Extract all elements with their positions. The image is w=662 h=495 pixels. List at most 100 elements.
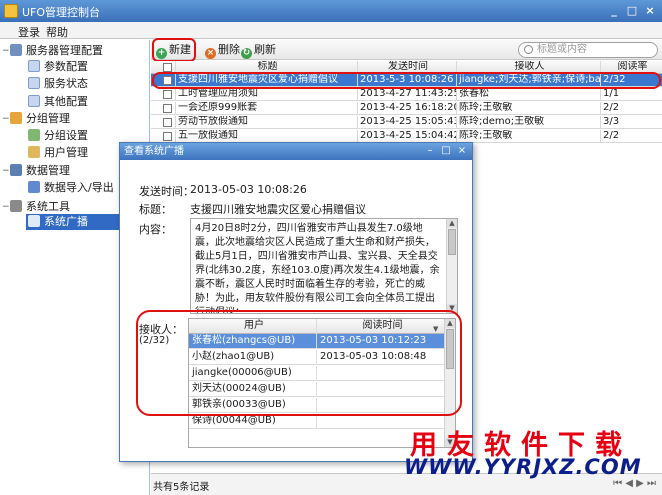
group-settings-icon [28,129,40,141]
search-input[interactable]: 标题或内容 [518,42,658,58]
minimize-button[interactable]: _ [606,3,622,19]
scroll-thumb[interactable] [446,329,454,369]
header-checkbox[interactable] [163,63,172,72]
sidebar-item-user-management[interactable]: 用户管理 [28,145,88,161]
maximize-button[interactable]: □ [624,3,640,19]
dialog-minimize-button[interactable]: – [424,145,436,157]
header-read-rate[interactable]: 阅读率 [601,61,662,74]
sidebar-item-import-export[interactable]: 数据导入/导出 [28,180,114,196]
tools-icon [10,200,22,212]
menu-bar: 登录 帮助 [0,22,662,39]
menu-login[interactable]: 登录 [18,24,40,40]
cell-time: 2013-05-03 10:08:48 [320,351,427,362]
header-user[interactable]: 用户 [189,319,317,334]
cell-user: 小赵(zhao1@UB) [189,350,317,365]
row-checkbox-cell [151,74,176,87]
delete-button[interactable]: × 删除 [205,42,240,59]
header-send-time[interactable]: 发送时间 [358,61,457,74]
sidebar-item-service-status[interactable]: 服务状态 [28,76,88,92]
cell-user: 郭铁亲(00033@UB) [189,398,317,413]
cell-title: 支援四川雅安地震灾区爱心捐赠倡议 [176,74,358,87]
send-time-value: 2013-05-03 10:08:26 [190,183,307,196]
scroll-up-icon[interactable]: ▲ [447,219,457,228]
table-row[interactable]: 劳动节放假通知 2013-4-25 15:05:43 陈玲;demo;王敬敏 3/3 [151,116,662,129]
content-scrollbar[interactable]: ▲ ▼ [446,219,457,313]
cell-user: jiangke(00006@UB) [189,366,317,381]
header-title[interactable]: 标题 [176,61,358,74]
sidebar-item-params[interactable]: 参数配置 [28,59,88,75]
title-label: 标题： [139,203,172,216]
table-row[interactable]: 一会还原999账套 2013-4-25 16:18:20 陈玲;王敬敏 2/2 [151,102,662,115]
row-checkbox[interactable] [163,118,172,127]
content-text: 4月20日8时2分，四川省雅安市芦山县发生7.0级地震，此次地震给灾区人民造成了… [195,223,440,314]
sidebar-item-other-config[interactable]: 其他配置 [28,94,88,110]
list-item[interactable]: 郭铁亲(00033@UB) [189,398,445,413]
record-count: 共有5条记录 [153,482,210,493]
send-time-label: 发送时间： [139,185,194,198]
content-label: 内容： [139,223,172,236]
cell-user: 保诗(00044@UB) [189,414,317,429]
header-checkbox-cell [151,61,176,74]
server-icon [10,44,22,56]
collapse-icon[interactable]: − [2,166,10,176]
cell-user: 刘天达(00024@UB) [189,382,317,397]
scroll-up-icon[interactable]: ▲ [445,319,455,328]
dialog-restore-button[interactable]: □ [440,145,452,157]
menu-help[interactable]: 帮助 [46,24,68,40]
row-checkbox[interactable] [163,132,172,141]
list-item[interactable]: 刘天达(00024@UB) [189,382,445,397]
dialog-title-bar: 查看系统广播 – □ × [120,143,472,160]
list-item[interactable]: 小赵(zhao1@UB) 2013-05-03 10:08:48 [189,350,445,365]
row-checkbox[interactable] [163,76,172,85]
cell-user: 张春松(zhangcs@UB) [189,334,317,349]
scroll-down-icon[interactable]: ▼ [447,304,457,313]
scroll-thumb[interactable] [448,229,456,255]
header-read-time[interactable]: 阅读时间 [317,319,445,334]
group-icon [10,112,22,124]
cell-rate: 2/2 [603,130,620,141]
cell-receivers: 张春松 [457,88,601,101]
dialog-close-button[interactable]: × [456,145,468,157]
cell-title: 一会还原999账套 [176,102,358,115]
sidebar-group-groups[interactable]: 分组管理 [10,111,70,127]
receivers-count: (2/32) [139,335,170,346]
cell-rate: 2/2 [603,102,620,113]
sidebar-group-tools[interactable]: 系统工具 [10,199,70,215]
app-icon [4,4,18,18]
header-receivers[interactable]: 接收人 [457,61,601,74]
grid-header: 标题 发送时间 接收人 阅读率 [151,61,662,74]
collapse-icon[interactable]: − [2,46,10,56]
status-icon [28,77,40,89]
collapse-icon[interactable]: − [2,114,10,124]
close-button[interactable]: × [642,3,658,19]
content-textarea[interactable]: 4月20日8时2分，四川省雅安市芦山县发生7.0级地震，此次地震给灾区人民造成了… [190,218,458,314]
cell-rate: 2/32 [603,74,626,85]
list-item[interactable]: jiangke(00006@UB) [189,366,445,381]
row-checkbox[interactable] [163,104,172,113]
cell-time: 2013-05-03 10:12:23 [320,335,427,346]
table-row[interactable]: 支援四川雅安地震灾区爱心捐赠倡议 2013-5-3 10:08:26 jiangke… [151,74,662,87]
user-icon [28,146,40,158]
cell-time [317,382,445,397]
config-icon [28,95,40,107]
cell-time: 2013-5-3 10:08:26 [358,74,457,87]
refresh-button[interactable]: ↻ 刷新 [241,42,276,59]
cell-time [317,366,445,381]
sidebar-group-server[interactable]: 服务器管理配置 [10,43,103,59]
watermark-url: WWW.YYRJXZ.COM [404,455,642,479]
delete-icon: × [205,48,216,59]
plus-icon: + [156,48,167,59]
sidebar-group-data[interactable]: 数据管理 [10,163,70,179]
dialog-title: 查看系统广播 [124,146,184,157]
collapse-icon[interactable]: − [2,202,10,212]
cell-time: 2013-4-25 16:18:20 [360,102,457,115]
cell-time: 2013-4-25 15:05:43 [360,116,457,129]
table-row[interactable]: 工时管理应用须知 2013-4-27 11:43:25 张春松 1/1 [151,88,662,101]
new-button[interactable]: + 新建 [156,42,191,59]
cell-rate: 3/3 [603,116,620,127]
row-checkbox[interactable] [163,90,172,99]
cell-time: 2013-4-27 11:43:25 [360,88,457,101]
row-checkbox-cell [151,88,176,101]
list-item[interactable]: 张春松(zhangcs@UB) 2013-05-03 10:12:23 [189,334,445,349]
sidebar-item-group-settings[interactable]: 分组设置 [28,128,88,144]
